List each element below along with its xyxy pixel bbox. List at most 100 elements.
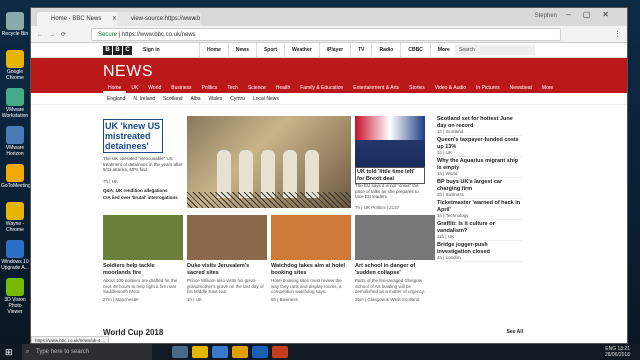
side-story[interactable]: Why the Aquarius migrant ship is empty 1h… — [437, 157, 523, 178]
story-grid: Soldiers help tackle moorlands fire About… — [103, 215, 435, 315]
side-story[interactable]: Bridge jogger-push investigation closed 4… — [437, 241, 523, 262]
chrome-taskbar-icon[interactable] — [192, 346, 208, 358]
top-nav-item[interactable]: TV — [350, 43, 371, 58]
see-all-link[interactable]: See All — [507, 329, 524, 335]
menu-icon[interactable]: ⋮ — [614, 30, 621, 38]
taskbar-search[interactable]: ⌕ Type here to search — [22, 344, 152, 360]
search-icon: ⌕ — [26, 348, 30, 355]
search-input[interactable]: Search — [455, 45, 535, 55]
sub-nav-item[interactable]: Wales — [205, 93, 227, 104]
bbc-top-nav: BBC Sign in Home News Sport Weather iPlayer T… — [31, 43, 627, 58]
news-nav-item[interactable]: More — [537, 83, 558, 93]
story-card[interactable]: Soldiers help tackle moorlands fire About… — [103, 215, 183, 302]
worldcup-title: World Cup 2018 — [103, 328, 164, 337]
sub-nav-item[interactable]: England — [103, 93, 129, 104]
top-nav-item[interactable]: Home — [199, 43, 228, 58]
explorer-taskbar-icon[interactable] — [232, 346, 248, 358]
news-nav-item[interactable]: Stories — [404, 83, 430, 93]
sub-nav-item[interactable]: Cymru — [226, 93, 249, 104]
brexit-headline[interactable]: UK told 'little time left' for Brexit de… — [355, 167, 425, 184]
brexit-image[interactable] — [355, 116, 425, 168]
desktop-icon[interactable]: 3D Vision Photo Viewer — [1, 278, 29, 315]
desktop-icon[interactable]: VMware Horizon — [1, 126, 29, 157]
top-nav-item[interactable]: Sport — [255, 43, 284, 58]
story-summary: Hotel booking sites must review the way … — [271, 278, 342, 294]
story-meta: 1h | UK — [187, 296, 202, 302]
outlook-taskbar-icon[interactable] — [252, 346, 268, 358]
news-nav-item[interactable]: Newsbeat — [505, 83, 537, 93]
powerpoint-taskbar-icon[interactable] — [272, 346, 288, 358]
url-input[interactable]: Secure | https://www.bbc.co.uk/news — [91, 28, 561, 41]
news-nav-item[interactable]: In Pictures — [471, 83, 505, 93]
news-nav-item[interactable]: Family & Education — [295, 83, 348, 93]
brexit-meta: 7h | UK Politics | 2137 — [355, 205, 400, 210]
lead-meta: 7h | UK — [103, 179, 118, 184]
top-nav-item[interactable]: More — [429, 43, 457, 58]
side-story-headline: Queen's taxpayer-funded costs up 13% — [437, 137, 519, 150]
desktop-icon[interactable]: Google Chrome — [1, 50, 29, 81]
news-nav-item[interactable]: UK — [126, 83, 143, 93]
lead-headline[interactable]: UK 'knew US mistreated detainees' — [103, 119, 163, 153]
tab-bbc-home[interactable]: Home - BBC News ✕ — [37, 12, 121, 26]
sub-nav-item[interactable]: N. Ireland — [129, 93, 159, 104]
story-image — [355, 215, 435, 260]
news-nav-item[interactable]: Business — [166, 83, 196, 93]
app-icon — [6, 202, 24, 220]
news-nav-item[interactable]: Video & Audio — [430, 83, 471, 93]
story-card[interactable]: Art school in danger of 'sudden collapse… — [355, 215, 435, 302]
side-stories: Scotland set for hottest June day on rec… — [437, 115, 523, 262]
side-story[interactable]: Graffiti: Is it culture or vandalism? 11h… — [437, 220, 523, 241]
related-link[interactable]: Q&A: UK rendition allegations — [103, 187, 185, 194]
side-story-meta: 4h | London — [437, 255, 461, 260]
url-text: https://www.bbc.co.uk/news — [121, 32, 196, 38]
news-nav-item[interactable]: Tech — [222, 83, 243, 93]
top-nav-item[interactable]: Weather — [284, 43, 319, 58]
desktop-icon[interactable]: VMware Workstation — [1, 88, 29, 119]
story-headline: Art school in danger of 'sudden collapse… — [355, 263, 416, 276]
top-nav-item[interactable]: News — [227, 43, 256, 58]
top-nav-item[interactable]: CBBC — [400, 43, 429, 58]
task-view-icon[interactable] — [172, 346, 188, 358]
related-link[interactable]: CIA lied over 'brutal' interrogations — [103, 194, 185, 201]
news-nav-item[interactable]: Home — [103, 83, 127, 93]
profile-name[interactable]: Stephen — [535, 13, 557, 19]
desktop-icon[interactable]: Wayne - Chrome — [1, 202, 29, 233]
desktop-icon-label: 3D Vision Photo Viewer — [4, 297, 26, 315]
side-story[interactable]: Queen's taxpayer-funded costs up 13% 1h |… — [437, 136, 523, 157]
story-card[interactable]: Duke visits Jerusalem's sacred sites Prin… — [187, 215, 267, 302]
close-tab-icon[interactable]: ✕ — [192, 15, 197, 22]
side-story[interactable]: Scotland set for hottest June day on rec… — [437, 115, 523, 136]
system-tray[interactable]: ENG 13:21 28/06/2018 — [605, 346, 630, 358]
app-icon — [6, 126, 24, 144]
nav-buttons-icon[interactable]: ←→⟳ — [37, 31, 72, 38]
windows-start-icon[interactable]: ⊞ — [5, 347, 13, 358]
sub-nav-item[interactable]: Local News — [249, 93, 283, 104]
tab-view-source[interactable]: view-source:https://www.b ✕ — [117, 12, 201, 26]
desktop-icon[interactable]: Windows 10 Upgrade A... — [1, 240, 29, 271]
signin-link[interactable]: Sign in — [143, 43, 160, 58]
side-story[interactable]: BP buys UK's largest car charging firm 2h… — [437, 178, 523, 199]
sub-nav-item[interactable]: Scotland — [159, 93, 186, 104]
news-nav-item[interactable]: Science — [243, 83, 271, 93]
side-story[interactable]: Ticketmaster 'warned of hack in April' 1h… — [437, 199, 523, 220]
lead-image[interactable] — [187, 116, 351, 208]
news-nav-item[interactable]: Health — [271, 83, 295, 93]
sub-nav-item[interactable]: Alba — [187, 93, 205, 104]
bbc-logo[interactable]: BBC — [103, 46, 132, 55]
desktop-icon[interactable]: Recycle Bin — [1, 12, 29, 37]
news-nav-item[interactable]: Politics — [197, 83, 223, 93]
top-nav-item[interactable]: iPlayer — [318, 43, 350, 58]
side-story-headline: Bridge jogger-push investigation closed — [437, 242, 490, 255]
window-controls[interactable]: ‒▢✕ — [566, 10, 621, 19]
news-nav: Home UK World Business Politics Tech Science He… — [31, 83, 627, 93]
desktop-icon-label: Windows 10 Upgrade A... — [1, 259, 29, 271]
news-nav-item[interactable]: World — [143, 83, 166, 93]
desktop-icon[interactable]: GoToMeeting — [1, 164, 31, 189]
secure-label: Secure — [98, 32, 118, 38]
top-nav-item[interactable]: Radio — [371, 43, 400, 58]
news-banner: NEWS — [31, 58, 627, 83]
edge-taskbar-icon[interactable] — [212, 346, 228, 358]
story-image — [271, 215, 351, 260]
story-card[interactable]: Watchdog takes aim at hotel booking site… — [271, 215, 351, 302]
news-nav-item[interactable]: Entertainment & Arts — [348, 83, 404, 93]
